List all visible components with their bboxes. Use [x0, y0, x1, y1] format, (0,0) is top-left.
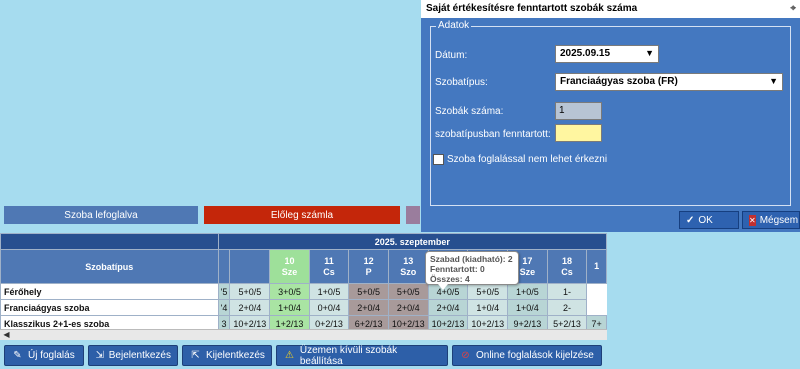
tooltip-total: Összes: 4	[430, 274, 470, 284]
room-type-select[interactable]: Franciaágyas szoba (FR) ▼	[555, 73, 783, 91]
availability-cell[interactable]: 5+0/5	[229, 283, 271, 300]
availability-cell[interactable]: 10+2/13	[387, 315, 429, 329]
availability-cell[interactable]: 2+0/4	[229, 299, 271, 316]
availability-cell[interactable]: 1-	[546, 283, 588, 300]
arrival-checkbox[interactable]: Szoba foglalással nem lehet érkezni	[433, 154, 607, 165]
dialog-title-bar: Saját értékesítésre fenntartott szobák s…	[421, 0, 800, 18]
warning-icon: ⚠	[284, 350, 294, 361]
dialog-title: Saját értékesítésre fenntartott szobák s…	[426, 3, 638, 14]
online-bookings-button[interactable]: ⊘ Online foglalások kijelzése	[452, 345, 602, 366]
month-header: 2025. szeptember	[217, 233, 607, 250]
day-header[interactable]: 13 Szo	[387, 249, 429, 284]
table-row: Franciaágyas szoba '4 2+0/4 1+0/4 0+0/4 2+0/4…	[0, 299, 607, 316]
availability-cell[interactable]: 0+0/4	[308, 299, 350, 316]
availability-cell[interactable]: 5+0/5	[387, 283, 429, 300]
availability-cell[interactable]: 10+2/13	[467, 315, 509, 329]
checkbox-label: Szoba foglalással nem lehet érkezni	[447, 154, 608, 165]
availability-cell[interactable]: 9+2/13	[507, 315, 548, 329]
legend-booked: Szoba lefoglalva	[4, 206, 198, 224]
availability-cell[interactable]: 3+0/5	[269, 283, 310, 300]
row-label: Férőhely	[0, 283, 219, 300]
day-header[interactable]: 12 P	[348, 249, 389, 284]
availability-cell[interactable]: 10+2/13	[229, 315, 271, 329]
availability-cell[interactable]: 1+0/4	[467, 299, 509, 316]
availability-cell[interactable]: 7+	[586, 315, 607, 329]
booking-icon: ✎	[13, 350, 22, 361]
availability-cell[interactable]: 0+2/13	[308, 315, 350, 329]
checkout-button[interactable]: ⇱ Kijelentkezés	[182, 345, 272, 366]
availability-cell[interactable]: 2-	[546, 299, 588, 316]
availability-cell[interactable]: 1+0/5	[507, 283, 548, 300]
date-label: Dátum:	[435, 50, 468, 61]
checkout-icon: ⇱	[191, 350, 200, 361]
availability-cell[interactable]: 10+2/13	[427, 315, 469, 329]
header-corner	[0, 233, 219, 250]
day-header[interactable]	[229, 249, 271, 284]
availability-cell[interactable]: 1+0/4	[269, 299, 310, 316]
day-header[interactable]: 11 Cs	[308, 249, 350, 284]
chevron-down-icon[interactable]: ▼	[769, 76, 778, 86]
legend-other	[406, 206, 420, 224]
day-header[interactable]: 18 Cs	[546, 249, 588, 284]
row-label: Franciaágyas szoba	[0, 299, 219, 316]
availability-cell[interactable]: 2+0/4	[387, 299, 429, 316]
groupbox-label: Adatok	[436, 20, 472, 31]
ok-button[interactable]: ✓ OK	[679, 211, 739, 229]
status-legend: Szoba lefoglalva Előleg számla	[4, 206, 420, 224]
availability-cell[interactable]: 1+2/13	[269, 315, 310, 329]
room-type-column-header[interactable]: Szobatípus	[0, 249, 219, 284]
tooltip-reserved: Fenntartott: 0	[430, 264, 485, 274]
legend-advance-invoice: Előleg számla	[204, 206, 400, 224]
reserved-rooms-dialog: Saját értékesítésre fenntartott szobák s…	[421, 0, 800, 232]
new-booking-button[interactable]: ✎ Új foglalás	[4, 345, 84, 366]
table-row: Klasszikus 2+1-es szoba 3 10+2/13 1+2/13 0+2…	[0, 315, 607, 329]
reserved-label: szobatípusban fenntartott:	[435, 129, 551, 140]
room-count-label: Szobák száma:	[435, 106, 504, 117]
availability-cell[interactable]: 5+2/13	[546, 315, 588, 329]
chevron-down-icon[interactable]: ▼	[645, 48, 654, 58]
data-groupbox: Adatok Dátum: 2025.09.15 ▼ Szobatípus: F…	[430, 20, 791, 206]
cancel-button[interactable]: ✕ Mégsem	[742, 211, 800, 229]
reserved-field[interactable]	[555, 124, 602, 142]
check-icon: ✓	[686, 214, 695, 226]
checkin-icon: ⇲	[95, 350, 105, 361]
out-of-service-button[interactable]: ⚠ Üzemen kívüli szobák beállítása	[276, 345, 448, 367]
bottom-toolbar: ✎ Új foglalás ⇲ Bejelentkezés ⇱ Kijelentkez…	[0, 345, 602, 367]
pin-icon[interactable]: ⌖	[790, 3, 796, 14]
checkbox-box[interactable]	[433, 154, 444, 165]
room-type-label: Szobatípus:	[435, 77, 488, 88]
availability-cell[interactable]: 5+0/5	[467, 283, 509, 300]
checkin-button[interactable]: ⇲ Bejelentkezés	[88, 345, 178, 366]
date-picker[interactable]: 2025.09.15 ▼	[555, 45, 659, 63]
day-header[interactable]: 10 Sze	[269, 249, 310, 284]
row-label: Klasszikus 2+1-es szoba	[0, 315, 219, 329]
availability-cell[interactable]: 2+0/4	[348, 299, 389, 316]
day-header[interactable]	[217, 249, 231, 284]
availability-cell[interactable]: 4+0/5	[427, 283, 469, 300]
availability-cell[interactable]: 3	[217, 315, 231, 329]
availability-cell[interactable]: 1+0/4	[507, 299, 548, 316]
availability-cell[interactable]: '4	[217, 299, 231, 316]
availability-tooltip: Szabad (kiadható): 2 Fenntartott: 0 Össz…	[425, 251, 519, 290]
availability-cell[interactable]: 5+0/5	[348, 283, 389, 300]
table-row: Férőhely '5 5+0/5 3+0/5 1+0/5 5+0/5 5+0/5 4+0/5…	[0, 283, 607, 300]
close-icon: ✕	[749, 214, 756, 226]
room-count-field[interactable]: 1	[555, 102, 602, 120]
scroll-left-icon[interactable]: ◀	[1, 330, 12, 340]
tooltip-free: Szabad (kiadható): 2	[430, 254, 513, 264]
horizontal-scrollbar[interactable]: ◀	[0, 329, 607, 340]
availability-cell[interactable]: 6+2/13	[348, 315, 389, 329]
no-entry-icon: ⊘	[461, 350, 470, 361]
availability-cell[interactable]: '5	[217, 283, 231, 300]
day-header[interactable]: 1	[586, 249, 607, 284]
availability-cell[interactable]: 1+0/5	[308, 283, 350, 300]
availability-cell[interactable]: 2+0/4	[427, 299, 469, 316]
